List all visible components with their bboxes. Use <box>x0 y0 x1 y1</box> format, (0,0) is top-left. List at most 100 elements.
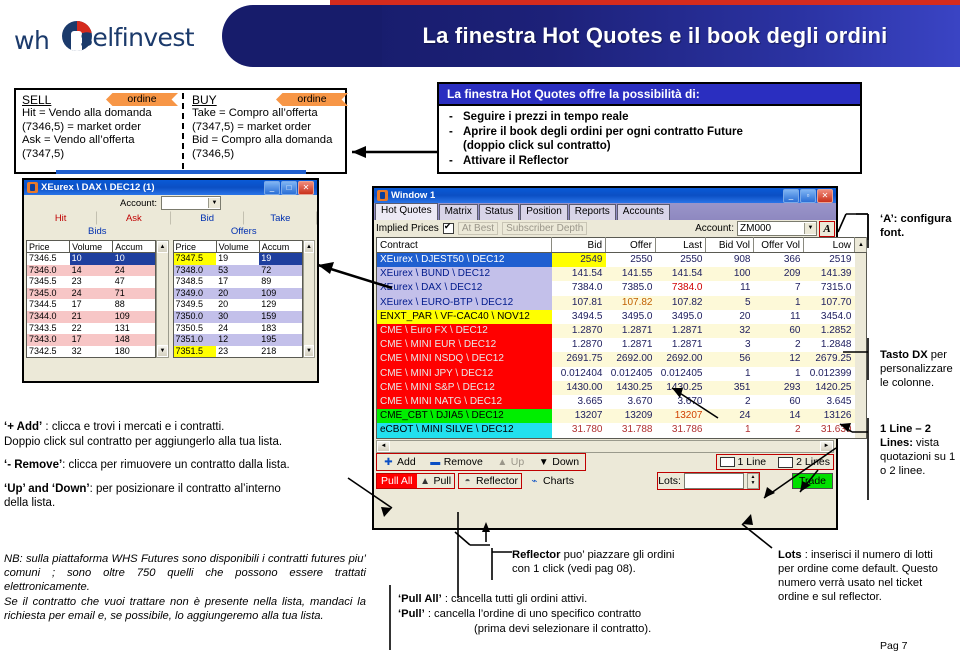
table-row[interactable]: 7346.5 10 10 <box>26 252 156 265</box>
volume-cell: 10 <box>69 252 113 265</box>
volume-cell: 24 <box>71 287 82 298</box>
dax-order-book-window[interactable]: XEurex \ DAX \ DEC12 (1) _ □ ✕ Account: … <box>22 178 319 383</box>
tab-matrix[interactable]: Matrix <box>438 204 478 220</box>
hit-button[interactable]: Hit <box>24 211 98 225</box>
bids-scrollbar[interactable]: ▲ ▼ <box>156 240 169 359</box>
dax-account-select[interactable]: ▼ <box>160 196 221 210</box>
maximize-icon[interactable]: □ <box>281 180 297 195</box>
chevron-down-icon[interactable]: ▼ <box>207 198 220 208</box>
offers-scrollbar[interactable]: ▲ ▼ <box>302 240 315 359</box>
reflector-button[interactable]: ◓ Reflector <box>458 473 523 490</box>
tab-hot-quotes[interactable]: Hot Quotes <box>375 203 438 220</box>
scroll-down-icon[interactable]: ▼ <box>303 345 314 358</box>
table-row[interactable]: CME \ MINI NSDQ \ DEC12 2691.75 2692.00 269… <box>376 352 867 367</box>
hq-account-select[interactable]: ZM000 ▼ <box>737 221 817 236</box>
table-row[interactable]: CME \ MINI EUR \ DEC12 1.2870 1.2871 1.2871… <box>376 338 867 353</box>
table-row[interactable]: 7343.0 17 148 <box>26 334 156 346</box>
table-row[interactable]: XEurex \ BUND \ DEC12 141.54 141.55 141.54 1… <box>376 267 867 282</box>
updown-annot-line2: della lista. <box>4 497 56 509</box>
take-button[interactable]: Take <box>243 211 317 225</box>
table-row[interactable]: CME_CBT \ DJIA5 \ DEC12 13207 13209 13207 24… <box>376 409 867 424</box>
close-icon[interactable]: ✕ <box>298 180 314 195</box>
table-row[interactable]: 7349.5 20 129 <box>173 299 303 311</box>
remove-button[interactable]: ▬ Remove <box>427 455 486 469</box>
table-row[interactable]: 7346.0 14 24 <box>26 264 156 277</box>
up-button[interactable]: ▲ Up <box>494 455 527 469</box>
table-row[interactable]: 7351.0 12 195 <box>173 334 303 346</box>
table-row[interactable]: ENXT_PAR \ VF-CAC40 \ NOV12 3494.5 3495.0 3… <box>376 309 867 325</box>
font-config-button[interactable]: A <box>819 220 835 237</box>
table-row[interactable]: CME \ MINI NATG \ DEC12 3.665 3.670 3.670 2 6… <box>376 395 867 410</box>
minimize-icon[interactable]: _ <box>264 180 280 195</box>
tab-position[interactable]: Position <box>520 204 568 220</box>
table-row[interactable]: 7350.5 24 183 <box>173 322 303 335</box>
pull-all-button[interactable]: Pull All <box>377 474 417 489</box>
two-lines-button[interactable]: 2 Lines <box>775 455 833 469</box>
hq-col-bid-vol[interactable]: Bid Vol <box>705 237 754 253</box>
scroll-up-icon[interactable]: ▲ <box>303 241 314 253</box>
ask-button[interactable]: Ask <box>97 211 171 225</box>
infobox-item-4-text: Attivare il Reflector <box>463 154 569 167</box>
table-row[interactable]: CME \ Euro FX \ DEC12 1.2870 1.2871 1.2871 3… <box>376 324 867 339</box>
chevron-down-icon[interactable]: ▼ <box>804 223 816 234</box>
bid-cell: 2549 <box>551 252 606 268</box>
charts-button[interactable]: ⌁ Charts <box>526 474 577 488</box>
table-row[interactable]: 7350.0 30 159 <box>173 310 303 323</box>
hq-col-bid[interactable]: Bid <box>551 237 606 253</box>
close-icon[interactable]: ✕ <box>817 188 833 203</box>
volume-cell: 23 <box>218 345 229 356</box>
table-row[interactable]: 7348.0 53 72 <box>173 264 303 277</box>
hq-tab-bar[interactable]: Hot Quotes Matrix Status Position Reports Acc… <box>374 203 836 220</box>
offer-cell: 3.670 <box>605 395 656 410</box>
hq-col-offer-vol[interactable]: Offer Vol <box>753 237 804 253</box>
row-spacer <box>854 324 867 339</box>
hq-col-low[interactable]: Low <box>803 237 855 253</box>
bids-book: Price Volume Accum 7346.5 10 10 7346.0 14 24 7… <box>26 240 169 359</box>
tab-status[interactable]: Status <box>478 204 520 220</box>
table-row[interactable]: 7347.5 19 19 <box>173 252 303 265</box>
hq-col-last[interactable]: Last <box>655 237 706 253</box>
table-row[interactable]: 7344.5 17 88 <box>26 299 156 311</box>
table-row[interactable]: 7345.5 23 47 <box>26 276 156 288</box>
table-row[interactable]: CME \ MINI JPY \ DEC12 0.012404 0.012405 0.… <box>376 366 867 381</box>
hq-col-contract[interactable]: Contract <box>376 237 552 253</box>
hq-window-titlebar[interactable]: Window 1 _ ▫ ✕ <box>374 188 836 203</box>
table-row[interactable]: 7348.5 17 89 <box>173 276 303 288</box>
table-row[interactable]: 7344.0 21 109 <box>26 310 156 323</box>
hq-horizontal-scrollbar[interactable]: ◄ ► <box>376 439 834 453</box>
bid-cell: 2691.75 <box>551 352 606 367</box>
trade-button[interactable]: Trade <box>791 473 833 490</box>
add-button[interactable]: ✚ Add <box>380 455 419 469</box>
offer-vol-cell: 60 <box>753 324 804 339</box>
table-row[interactable]: 7345.0 24 71 <box>26 287 156 300</box>
table-row[interactable]: 7342.5 32 180 <box>26 345 156 358</box>
scroll-up-icon[interactable]: ▲ <box>157 241 168 253</box>
lots-stepper[interactable]: ▲ ▼ <box>746 473 759 490</box>
table-row[interactable]: XEurex \ DAX \ DEC12 7384.0 7385.0 7384.0 11… <box>376 281 867 296</box>
pull-button[interactable]: ▲ Pull <box>417 474 455 488</box>
dax-window-titlebar[interactable]: XEurex \ DAX \ DEC12 (1) _ □ ✕ <box>24 180 317 195</box>
hot-quotes-window[interactable]: Window 1 _ ▫ ✕ Hot Quotes Matrix Status Pos… <box>372 186 867 530</box>
minimize-icon[interactable]: _ <box>783 188 799 203</box>
tab-reports[interactable]: Reports <box>568 204 616 220</box>
implied-prices-checkbox[interactable] <box>442 221 454 234</box>
tab-accounts[interactable]: Accounts <box>616 204 670 220</box>
scroll-right-icon[interactable]: ► <box>820 440 833 452</box>
hq-col-offer[interactable]: Offer <box>605 237 656 253</box>
table-row[interactable]: CME \ MINI S&P \ DEC12 1430.00 1430.25 1430… <box>376 380 867 396</box>
bid-button[interactable]: Bid <box>170 211 244 225</box>
stepper-down-icon[interactable]: ▼ <box>748 480 758 486</box>
scroll-down-icon[interactable]: ▼ <box>157 345 168 358</box>
lots-input[interactable] <box>683 473 744 490</box>
table-row[interactable]: 7343.5 22 131 <box>26 322 156 335</box>
table-row[interactable]: eCBOT \ MINI SILVE \ DEC12 31.780 31.788 31… <box>376 423 867 439</box>
hq-scroll-up-icon[interactable]: ▲ <box>854 237 867 253</box>
one-line-button[interactable]: 1 Line <box>717 455 770 469</box>
down-button[interactable]: ▼ Down <box>535 455 582 469</box>
table-row[interactable]: 7351.5 23 218 <box>173 345 303 358</box>
table-row[interactable]: XEurex \ EURO-BTP \ DEC12 107.81 107.82 107… <box>376 295 867 310</box>
table-row[interactable]: 7349.0 20 109 <box>173 287 303 300</box>
maximize-icon[interactable]: ▫ <box>800 188 816 203</box>
scroll-left-icon[interactable]: ◄ <box>377 440 390 452</box>
table-row[interactable]: XEurex \ DJEST50 \ DEC12 2549 2550 2550 908 3… <box>376 252 867 268</box>
